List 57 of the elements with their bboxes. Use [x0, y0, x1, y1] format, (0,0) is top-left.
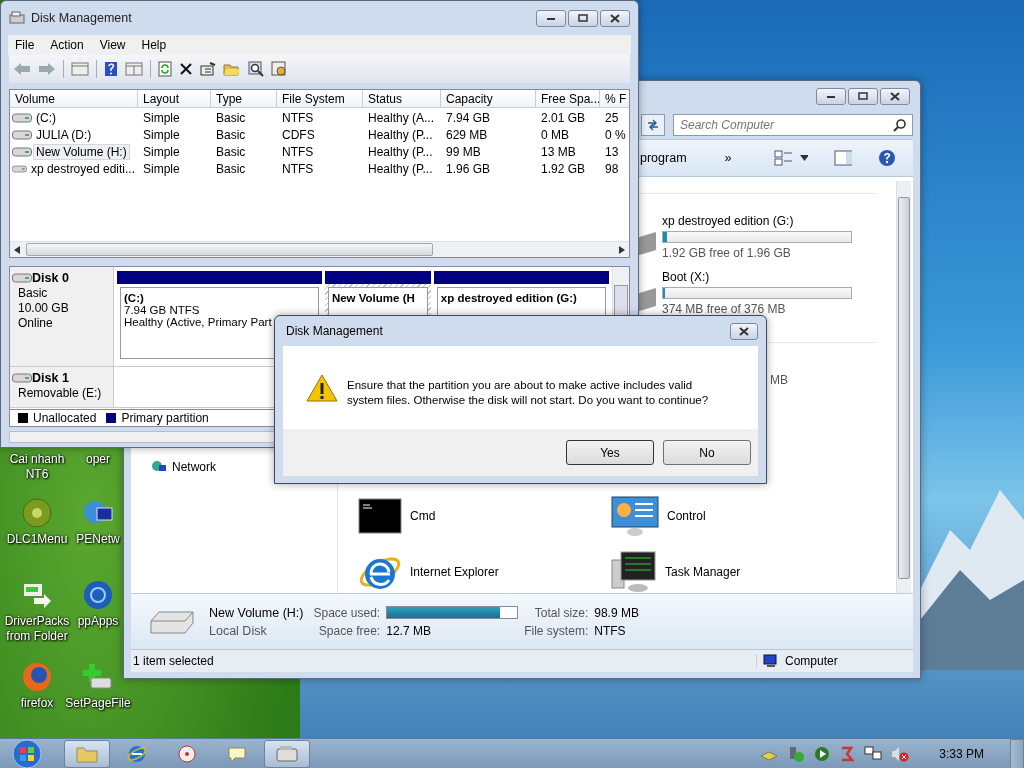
- table-cell-text: Simple: [142, 161, 181, 176]
- partition-detail: 7.94 GB NTFS: [124, 304, 201, 316]
- table-cell-text: CDFS: [281, 127, 316, 142]
- partition-name: New Volume (H: [331, 292, 416, 304]
- table-cell-text: NTFS: [281, 161, 315, 176]
- field-label: Space used:: [313, 605, 381, 620]
- table-cell-text: Healthy (P...: [367, 161, 434, 176]
- field-label: Space free:: [317, 623, 381, 638]
- table-cell-text: 1.96 GB: [445, 161, 492, 176]
- table-cell-text: Healthy (P...: [367, 127, 434, 142]
- field-label: File system:: [524, 623, 589, 638]
- status-text: 1 item selected: [133, 654, 214, 668]
- table-cell-text: Simple: [142, 144, 181, 159]
- field-value: NTFS: [594, 623, 627, 638]
- size-text: MB: [770, 373, 788, 387]
- field-value: 12.7 MB: [386, 623, 432, 638]
- table-cell-text: 13 MB: [540, 144, 577, 159]
- table-cell-text: Healthy (P...: [367, 144, 434, 159]
- dialog-message: Ensure that the partition you are about to make active includes valid system files. Otherwise the disk will not start. Do you want to continue?: [347, 378, 710, 408]
- table-cell-text: 99 MB: [445, 144, 482, 159]
- volume-name: New Volume (H:): [209, 605, 304, 620]
- disk-name: Disk 0: [32, 271, 69, 285]
- disk-name: Disk 1: [32, 371, 69, 385]
- table-cell-text: Simple: [142, 110, 181, 125]
- field-label: Total size:: [533, 605, 589, 620]
- table-cell-text: NTFS: [281, 144, 315, 159]
- table-cell-text: 2.01 GB: [540, 110, 587, 125]
- table-cell-text: 0 MB: [540, 127, 570, 142]
- drive-free-space: 1.92 GB free of 1.96 GB: [662, 246, 792, 260]
- table-cell-text: Basic: [215, 127, 247, 142]
- legend-label: Unallocated: [33, 411, 97, 425]
- disk-detail: Basic: [18, 286, 49, 300]
- drive-free-space: 374 MB free of 376 MB: [662, 302, 787, 316]
- status-location: Computer: [785, 654, 838, 668]
- table-cell-text: Simple: [142, 127, 181, 142]
- field-value: 98.9 MB: [594, 605, 639, 620]
- table-cell-text: Basic: [215, 110, 247, 125]
- table-cell-text: 25: [604, 110, 620, 125]
- partition-name: xp destroyed edition (G:): [440, 292, 578, 304]
- table-cell-text: NTFS: [281, 110, 315, 125]
- table-cell-text: Basic: [215, 161, 247, 176]
- partition-name: (C:): [124, 292, 145, 304]
- table-cell-text: Basic: [215, 144, 247, 159]
- table-cell-text: 1.92 GB: [540, 161, 587, 176]
- table-cell-text: 7.94 GB: [445, 110, 492, 125]
- table-cell-text: 0 %: [604, 127, 627, 142]
- partition-detail: Healthy (Active, Primary Part: [124, 316, 273, 328]
- disk-detail: Removable (E:): [18, 386, 103, 400]
- table-cell-text: 98: [604, 161, 620, 176]
- table-cell-text: 13: [604, 144, 620, 159]
- legend-label: Primary partition: [121, 411, 209, 425]
- volume-type: Local Disk: [209, 623, 268, 638]
- table-cell-text: Healthy (A...: [367, 110, 436, 125]
- disk-detail: 10.00 GB: [18, 301, 70, 315]
- window-title: Disk Management: [31, 11, 132, 25]
- disk-detail: Online: [18, 316, 54, 330]
- table-cell-text: 629 MB: [445, 127, 489, 142]
